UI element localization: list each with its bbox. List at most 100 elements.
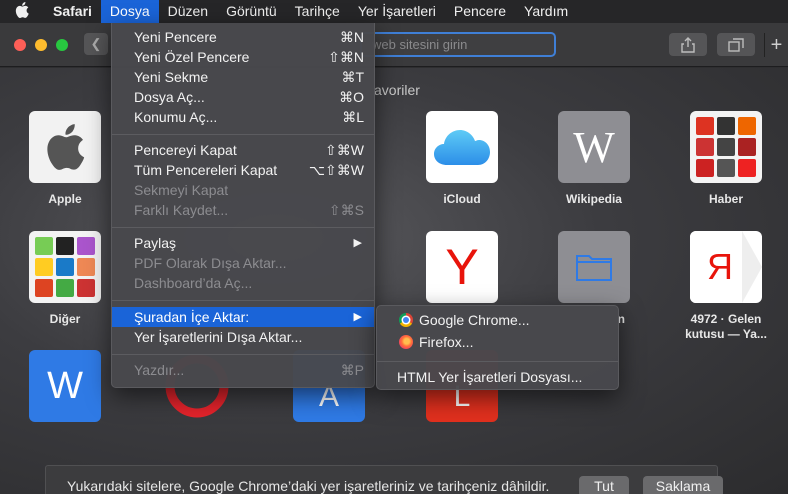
favorite-diger-label: Diğer <box>49 312 81 326</box>
menu-duzen[interactable]: Düzen <box>159 0 217 23</box>
site-thumbnail <box>35 237 53 255</box>
menu-item-label: Pencereyi Kapat <box>134 142 237 158</box>
menu-item-new-window[interactable]: Yeni Pencere ⌘N <box>112 27 374 47</box>
menu-item-label: Dosya Aç... <box>134 89 205 105</box>
address-bar[interactable]: web sitesini girin <box>360 32 556 57</box>
menu-bar: Safari Dosya Düzen Görüntü Tarihçe Yer İ… <box>0 0 788 23</box>
site-thumbnail <box>717 159 735 177</box>
favorite-icloud-label: iCloud <box>443 192 481 206</box>
menu-item-label: Yeni Sekme <box>134 69 209 85</box>
menu-item-open-file[interactable]: Dosya Aç... ⌘O <box>112 87 374 107</box>
menu-goruntu[interactable]: Görüntü <box>217 0 286 23</box>
tabs-overview-icon <box>728 37 744 52</box>
back-button[interactable]: ❮ <box>84 33 108 55</box>
apple-logo-icon[interactable] <box>0 1 44 22</box>
menu-yer-isaretleri[interactable]: Yer İşaretleri <box>349 0 445 23</box>
menu-item-close-all-windows[interactable]: Tüm Pencereleri Kapat ⌥⇧⌘W <box>112 160 374 180</box>
menu-separator <box>112 354 374 355</box>
site-thumbnail <box>696 117 714 135</box>
site-thumbnail <box>56 237 74 255</box>
favorite-apple[interactable] <box>29 111 101 183</box>
dont-keep-button[interactable]: Saklama <box>643 475 723 494</box>
site-thumbnail <box>56 258 74 276</box>
firefox-icon <box>399 335 413 349</box>
favorite-yandex-mail[interactable]: Я <box>690 231 762 303</box>
new-tab-button[interactable]: + <box>764 33 788 57</box>
shortcut-label: ⌥⇧⌘W <box>308 162 364 178</box>
minimize-window-button[interactable] <box>35 39 47 51</box>
menu-item-print: Yazdır... ⌘P <box>112 360 374 380</box>
menu-item-label: Yeni Pencere <box>134 29 217 45</box>
import-notice-text: Yukarıdaki sitelere, Google Chrome’daki … <box>67 478 550 494</box>
menu-item-label: Sekmeyi Kapat <box>134 182 229 198</box>
menu-item-export-pdf: PDF Olarak Dışa Aktar... <box>112 253 374 273</box>
menu-item-label: Yazdır... <box>134 362 185 378</box>
import-notice-bar: Yukarıdaki sitelere, Google Chrome’daki … <box>45 465 723 494</box>
site-thumbnail <box>56 279 74 297</box>
favorite-wikipedia[interactable]: W <box>558 111 630 183</box>
favorite-word[interactable]: W <box>29 350 101 422</box>
zoom-window-button[interactable] <box>56 39 68 51</box>
close-window-button[interactable] <box>14 39 26 51</box>
menu-item-new-tab[interactable]: Yeni Sekme ⌘T <box>112 67 374 87</box>
site-thumbnail <box>35 279 53 297</box>
menu-tarihce[interactable]: Tarihçe <box>286 0 349 23</box>
favorite-yandex[interactable]: Y <box>426 231 498 303</box>
site-thumbnail <box>738 117 756 135</box>
menu-separator <box>112 227 374 228</box>
shortcut-label: ⌘O <box>339 89 364 105</box>
folder-icon <box>576 255 612 281</box>
site-thumbnail <box>35 258 53 276</box>
menu-item-label: PDF Olarak Dışa Aktar... <box>134 255 287 271</box>
menu-item-label: Paylaş <box>134 235 177 251</box>
site-thumbnail <box>696 159 714 177</box>
menu-safari[interactable]: Safari <box>44 0 101 23</box>
menu-item-label: Konumu Aç... <box>134 109 218 125</box>
favorite-folder[interactable] <box>558 231 630 303</box>
menu-item-label: Yeni Özel Pencere <box>134 49 250 65</box>
favorite-yandex-mail-label: 4972 · Gelen kutusu — Ya... <box>685 312 767 341</box>
submenu-item-label: Firefox... <box>419 334 474 350</box>
submenu-item-firefox[interactable]: Firefox... <box>377 332 618 352</box>
menu-item-new-private-window[interactable]: Yeni Özel Pencere ⇧⌘N <box>112 47 374 67</box>
share-icon <box>681 36 695 53</box>
menu-item-label: Şuradan İçe Aktar: <box>134 309 250 325</box>
menu-pencere[interactable]: Pencere <box>445 0 515 23</box>
shortcut-label: ⌘T <box>341 69 364 85</box>
site-thumbnail <box>738 159 756 177</box>
submenu-item-label: Google Chrome... <box>419 312 530 328</box>
menu-item-label: Farklı Kaydet... <box>134 202 229 218</box>
menu-item-save-as: Farklı Kaydet... ⇧⌘S <box>112 200 374 220</box>
shortcut-label: ⌘L <box>342 109 364 125</box>
menu-dosya[interactable]: Dosya <box>100 0 159 23</box>
menu-item-open-location[interactable]: Konumu Aç... ⌘L <box>112 107 374 127</box>
menu-item-import-from[interactable]: Şuradan İçe Aktar: ▶ <box>112 307 374 327</box>
favorite-haber-label: Haber <box>708 192 743 206</box>
submenu-arrow-icon: ▶ <box>353 237 362 249</box>
submenu-item-google-chrome[interactable]: Google Chrome... <box>377 310 618 330</box>
menu-item-export-bookmarks[interactable]: Yer İşaretlerini Dışa Aktar... <box>112 327 374 347</box>
submenu-item-html-bookmarks-file[interactable]: HTML Yer İşaretleri Dosyası... <box>377 367 618 387</box>
menu-item-open-in-dashboard: Dashboard’da Aç... <box>112 273 374 293</box>
menu-yardim[interactable]: Yardım <box>515 0 577 23</box>
shortcut-label: ⇧⌘N <box>328 49 364 65</box>
favorite-diger-folder[interactable] <box>29 231 101 303</box>
chevron-left-icon: ❮ <box>90 36 102 51</box>
menu-separator <box>377 361 618 362</box>
site-thumbnail <box>77 279 95 297</box>
site-thumbnail <box>696 138 714 156</box>
favorite-wikipedia-label: Wikipedia <box>566 192 622 206</box>
menu-item-label: Dashboard’da Aç... <box>134 275 253 291</box>
favorite-icloud[interactable] <box>426 111 498 183</box>
favorite-haber-folder[interactable] <box>690 111 762 183</box>
site-thumbnail <box>717 138 735 156</box>
share-button[interactable] <box>669 33 707 56</box>
show-tabs-button[interactable] <box>717 33 755 56</box>
menu-item-close-window[interactable]: Pencereyi Kapat ⇧⌘W <box>112 140 374 160</box>
menu-item-share[interactable]: Paylaş ▶ <box>112 233 374 253</box>
menu-separator <box>112 300 374 301</box>
menu-item-label: Tüm Pencereleri Kapat <box>134 162 278 178</box>
keep-button[interactable]: Tut <box>579 475 629 494</box>
shortcut-label: ⌘P <box>340 362 364 378</box>
menu-item-label: Yer İşaretlerini Dışa Aktar... <box>134 329 303 345</box>
